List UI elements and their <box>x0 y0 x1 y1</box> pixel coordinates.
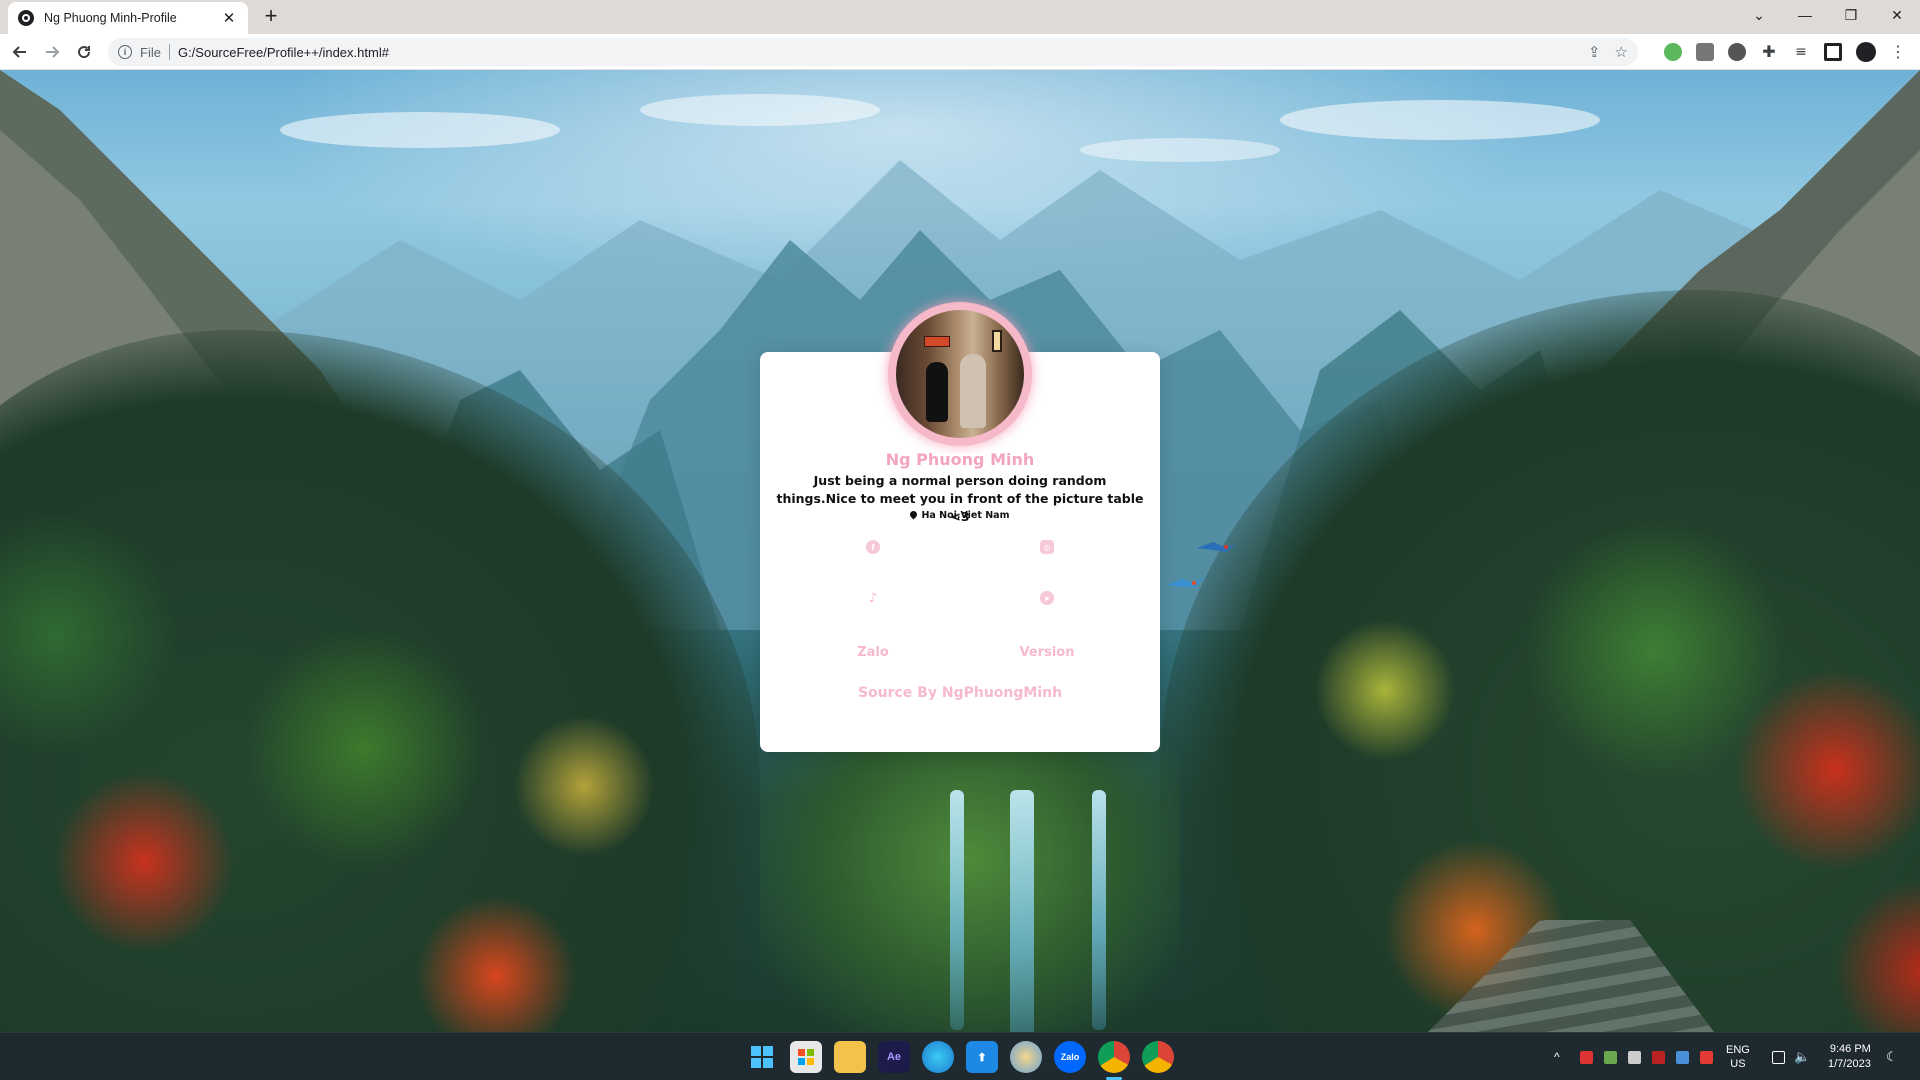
tray-app-icon[interactable] <box>1652 1051 1665 1064</box>
chrome-profile-icon[interactable] <box>1142 1041 1174 1073</box>
new-tab-button[interactable]: + <box>258 3 284 29</box>
page-favicon-icon <box>18 10 34 26</box>
network-icon[interactable] <box>1772 1051 1785 1064</box>
side-panel-icon[interactable] <box>1824 43 1842 61</box>
minimize-button[interactable]: — <box>1782 0 1828 30</box>
facebook-icon[interactable]: f <box>866 540 880 554</box>
tray-app-icon[interactable] <box>1676 1051 1689 1064</box>
welcome-sign <box>924 336 950 347</box>
map-pin-icon <box>909 509 919 520</box>
notifications-icon[interactable]: ☾ <box>1886 1033 1898 1080</box>
bookmark-star-icon[interactable]: ☆ <box>1615 43 1628 61</box>
valley-greenery <box>760 730 1180 1032</box>
tray-app-icon[interactable] <box>1700 1051 1713 1064</box>
language-text: ENG <box>1726 1044 1750 1056</box>
location-text: Ha Noi,Viet Nam <box>921 510 1010 521</box>
reading-list-icon[interactable]: ≡ <box>1792 43 1810 61</box>
clock[interactable]: 9:46 PM 1/7/2023 <box>1828 1033 1871 1080</box>
app-globe-icon[interactable] <box>1010 1041 1042 1073</box>
tab-title: Ng Phuong Minh-Profile <box>44 11 177 25</box>
extension-circle-icon[interactable] <box>1728 43 1746 61</box>
tray-overflow-icon[interactable]: ^ <box>1554 1033 1560 1080</box>
share-icon[interactable]: ⇪ <box>1588 43 1601 61</box>
extension-green-icon[interactable] <box>1664 43 1682 61</box>
avatar[interactable] <box>896 310 1024 438</box>
chrome-icon[interactable] <box>1098 1041 1130 1073</box>
tab-search-chevron-icon[interactable]: ⌄ <box>1736 0 1782 30</box>
tiktok-icon[interactable]: ♪ <box>866 591 880 606</box>
source-link[interactable]: Source By NgPhuongMinh <box>760 685 1160 701</box>
parrot-icon <box>1166 577 1204 587</box>
back-arrow-icon[interactable] <box>8 40 32 64</box>
statue <box>960 354 986 428</box>
profile-location: Ha Noi,Viet Nam <box>760 509 1160 521</box>
telegram-icon[interactable]: ➤ <box>1040 591 1054 605</box>
volume-icon[interactable]: 🔈 <box>1794 1033 1810 1080</box>
url-text[interactable]: G:/SourceFree/Profile++/index.html# <box>178 45 389 60</box>
after-effects-icon[interactable]: Ae <box>878 1041 910 1073</box>
avatar-ring <box>888 302 1032 446</box>
site-info-icon[interactable]: i <box>118 45 132 59</box>
lamp <box>992 330 1002 352</box>
url-scheme: File <box>140 44 161 60</box>
browser-tab[interactable]: Ng Phuong Minh-Profile ✕ <box>8 2 248 34</box>
tab-close-icon[interactable]: ✕ <box>220 9 238 27</box>
language-indicator[interactable]: ENG US <box>1726 1033 1750 1080</box>
tab-strip: Ng Phuong Minh-Profile ✕ + ⌄ — ❐ ✕ <box>0 0 1920 34</box>
parrot-icon <box>1196 542 1236 552</box>
tray-app-icon[interactable] <box>1628 1051 1641 1064</box>
file-explorer-icon[interactable] <box>834 1041 866 1073</box>
address-bar[interactable]: i File G:/SourceFree/Profile++/index.htm… <box>108 38 1638 66</box>
windows-start-icon[interactable] <box>746 1041 778 1073</box>
version-link[interactable]: Version <box>967 645 1127 660</box>
extension-qr-icon[interactable] <box>1696 43 1714 61</box>
time-text: 9:46 PM <box>1829 1043 1871 1055</box>
zalo-icon[interactable]: Zalo <box>1054 1041 1086 1073</box>
microsoft-store-icon[interactable] <box>790 1041 822 1073</box>
person-silhouette <box>926 362 948 422</box>
browser-toolbar: i File G:/SourceFree/Profile++/index.htm… <box>0 34 1920 70</box>
edge-icon[interactable] <box>922 1041 954 1073</box>
zalo-link[interactable]: Zalo <box>793 645 953 660</box>
extensions-puzzle-icon[interactable]: ✚ <box>1760 43 1778 61</box>
instagram-icon[interactable]: ◎ <box>1040 540 1054 554</box>
tray-app-icon[interactable] <box>1604 1051 1617 1064</box>
close-window-button[interactable]: ✕ <box>1874 0 1920 30</box>
profile-name: Ng Phuong Minh <box>885 450 1035 469</box>
region-text: US <box>1730 1058 1746 1070</box>
profile-avatar-icon[interactable] <box>1856 42 1876 62</box>
restore-button[interactable]: ❐ <box>1828 0 1874 30</box>
waterfall <box>1092 790 1106 1030</box>
waterfall <box>1010 790 1034 1032</box>
omnibox-divider <box>168 44 170 60</box>
reload-icon[interactable] <box>72 40 96 64</box>
waterfall <box>950 790 964 1030</box>
date-text: 1/7/2023 <box>1828 1058 1871 1070</box>
omnibox-actions: ⇪ ☆ <box>1588 43 1628 61</box>
forward-arrow-icon[interactable] <box>40 40 64 64</box>
browser-menu-icon[interactable]: ⋮ <box>1890 43 1908 61</box>
upload-app-icon[interactable]: ⬆ <box>966 1041 998 1073</box>
windows-taskbar: Ae ⬆ Zalo ^ ENG US 🔈 9:46 PM 1/7/2023 ☾ <box>0 1032 1920 1080</box>
tray-app-icon[interactable] <box>1580 1051 1593 1064</box>
